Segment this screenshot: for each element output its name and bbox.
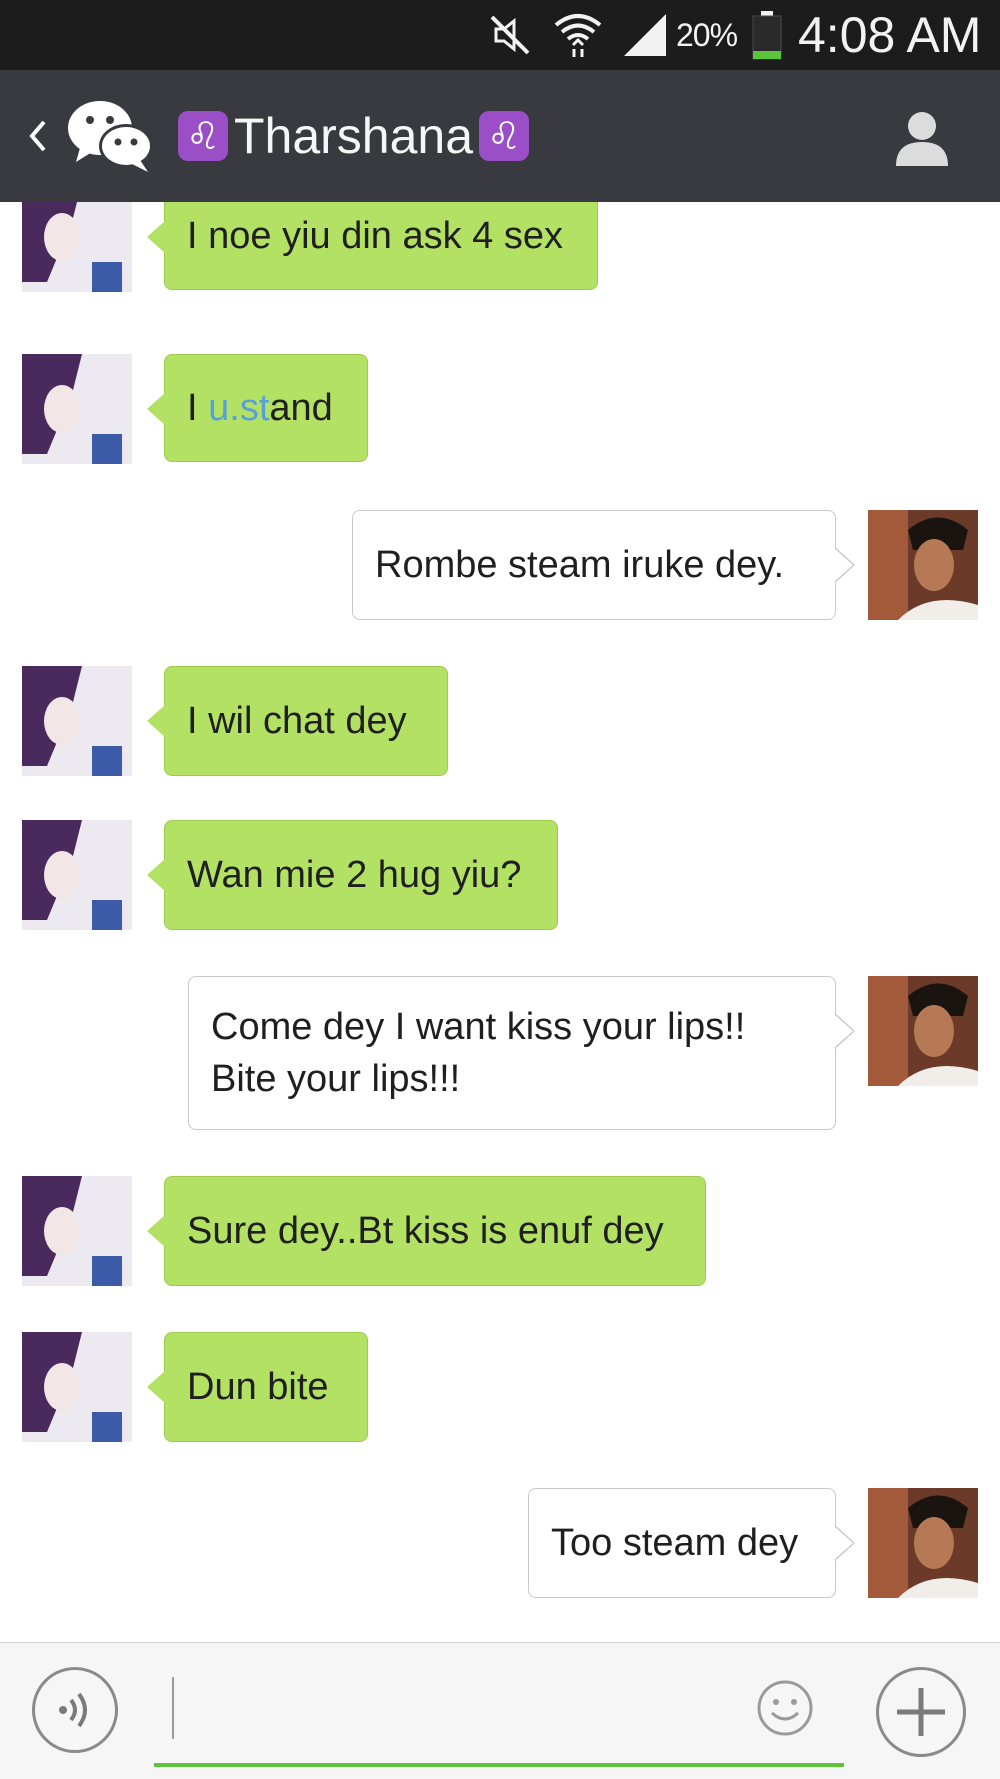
text-cursor [172, 1677, 174, 1739]
contact-avatar[interactable] [22, 820, 132, 930]
message-text: I wil chat dey [187, 700, 407, 742]
incoming-message[interactable]: I noe yiu din ask 4 sex [147, 202, 598, 290]
outgoing-message[interactable]: Too steam dey [528, 1488, 855, 1598]
message-text: Dun bite [187, 1366, 329, 1408]
more-options-button[interactable] [876, 1667, 966, 1757]
message-input[interactable] [154, 1677, 844, 1767]
message-text: Too steam dey [551, 1522, 799, 1564]
leo-emoji-icon: ♌ [178, 111, 228, 161]
message-text: Wan mie 2 hug yiu? [187, 854, 522, 896]
message-text: Sure dey..Bt kiss is enuf dey [187, 1210, 664, 1252]
clock: 4:08 AM [798, 7, 982, 63]
leo-emoji-icon: ♌ [479, 111, 530, 161]
emoji-button[interactable] [756, 1679, 814, 1737]
back-button[interactable] [18, 106, 58, 166]
incoming-message[interactable]: I wil chat dey [147, 666, 448, 776]
message-text: I u.stand [187, 387, 333, 429]
back-icon [29, 120, 46, 152]
contact-avatar[interactable] [22, 1176, 132, 1286]
contact-avatar[interactable] [22, 202, 132, 292]
voice-button[interactable] [32, 1667, 118, 1753]
contact-avatar[interactable] [22, 1332, 132, 1442]
signal-icon [622, 0, 668, 70]
message-text: I noe yiu din ask 4 sex [187, 215, 563, 257]
my-avatar[interactable] [868, 976, 978, 1086]
my-avatar[interactable] [868, 1488, 978, 1598]
voice-icon [59, 1692, 87, 1728]
incoming-message[interactable]: Dun bite [147, 1332, 368, 1442]
contact-avatar[interactable] [22, 354, 132, 464]
outgoing-message[interactable]: Come dey I want kiss your lips!! Bite yo… [188, 976, 855, 1130]
battery-icon [750, 0, 784, 70]
profile-button[interactable] [892, 108, 952, 168]
chat-header: ♌ Tharshana ♌ [0, 70, 1000, 202]
contact-name: Tharshana [234, 108, 474, 164]
chat-title[interactable]: ♌ Tharshana ♌ [178, 70, 530, 202]
plus-icon [897, 1688, 945, 1736]
message-text: Come dey I want kiss your lips!! Bite yo… [211, 1006, 746, 1100]
input-bar [0, 1642, 1000, 1779]
message-link[interactable]: u.st [208, 387, 269, 429]
profile-icon [896, 112, 948, 166]
incoming-message[interactable]: I u.stand [147, 354, 368, 462]
contact-avatar[interactable] [22, 666, 132, 776]
outgoing-message[interactable]: Rombe steam iruke dey. [352, 510, 855, 620]
status-bar: 20% 4:08 AM [0, 0, 1000, 70]
wifi-icon [552, 0, 604, 70]
message-list[interactable]: I noe yiu din ask 4 sex I u.stand Rombe … [0, 202, 1000, 1642]
incoming-message[interactable]: Sure dey..Bt kiss is enuf dey [147, 1176, 706, 1286]
my-avatar[interactable] [868, 510, 978, 620]
mute-icon [486, 0, 534, 70]
incoming-message[interactable]: Wan mie 2 hug yiu? [147, 820, 558, 930]
battery-percent: 20% [676, 16, 738, 53]
message-text: Rombe steam iruke dey. [375, 544, 785, 586]
wechat-logo-icon[interactable] [66, 98, 156, 174]
emoji-icon [757, 1680, 813, 1736]
